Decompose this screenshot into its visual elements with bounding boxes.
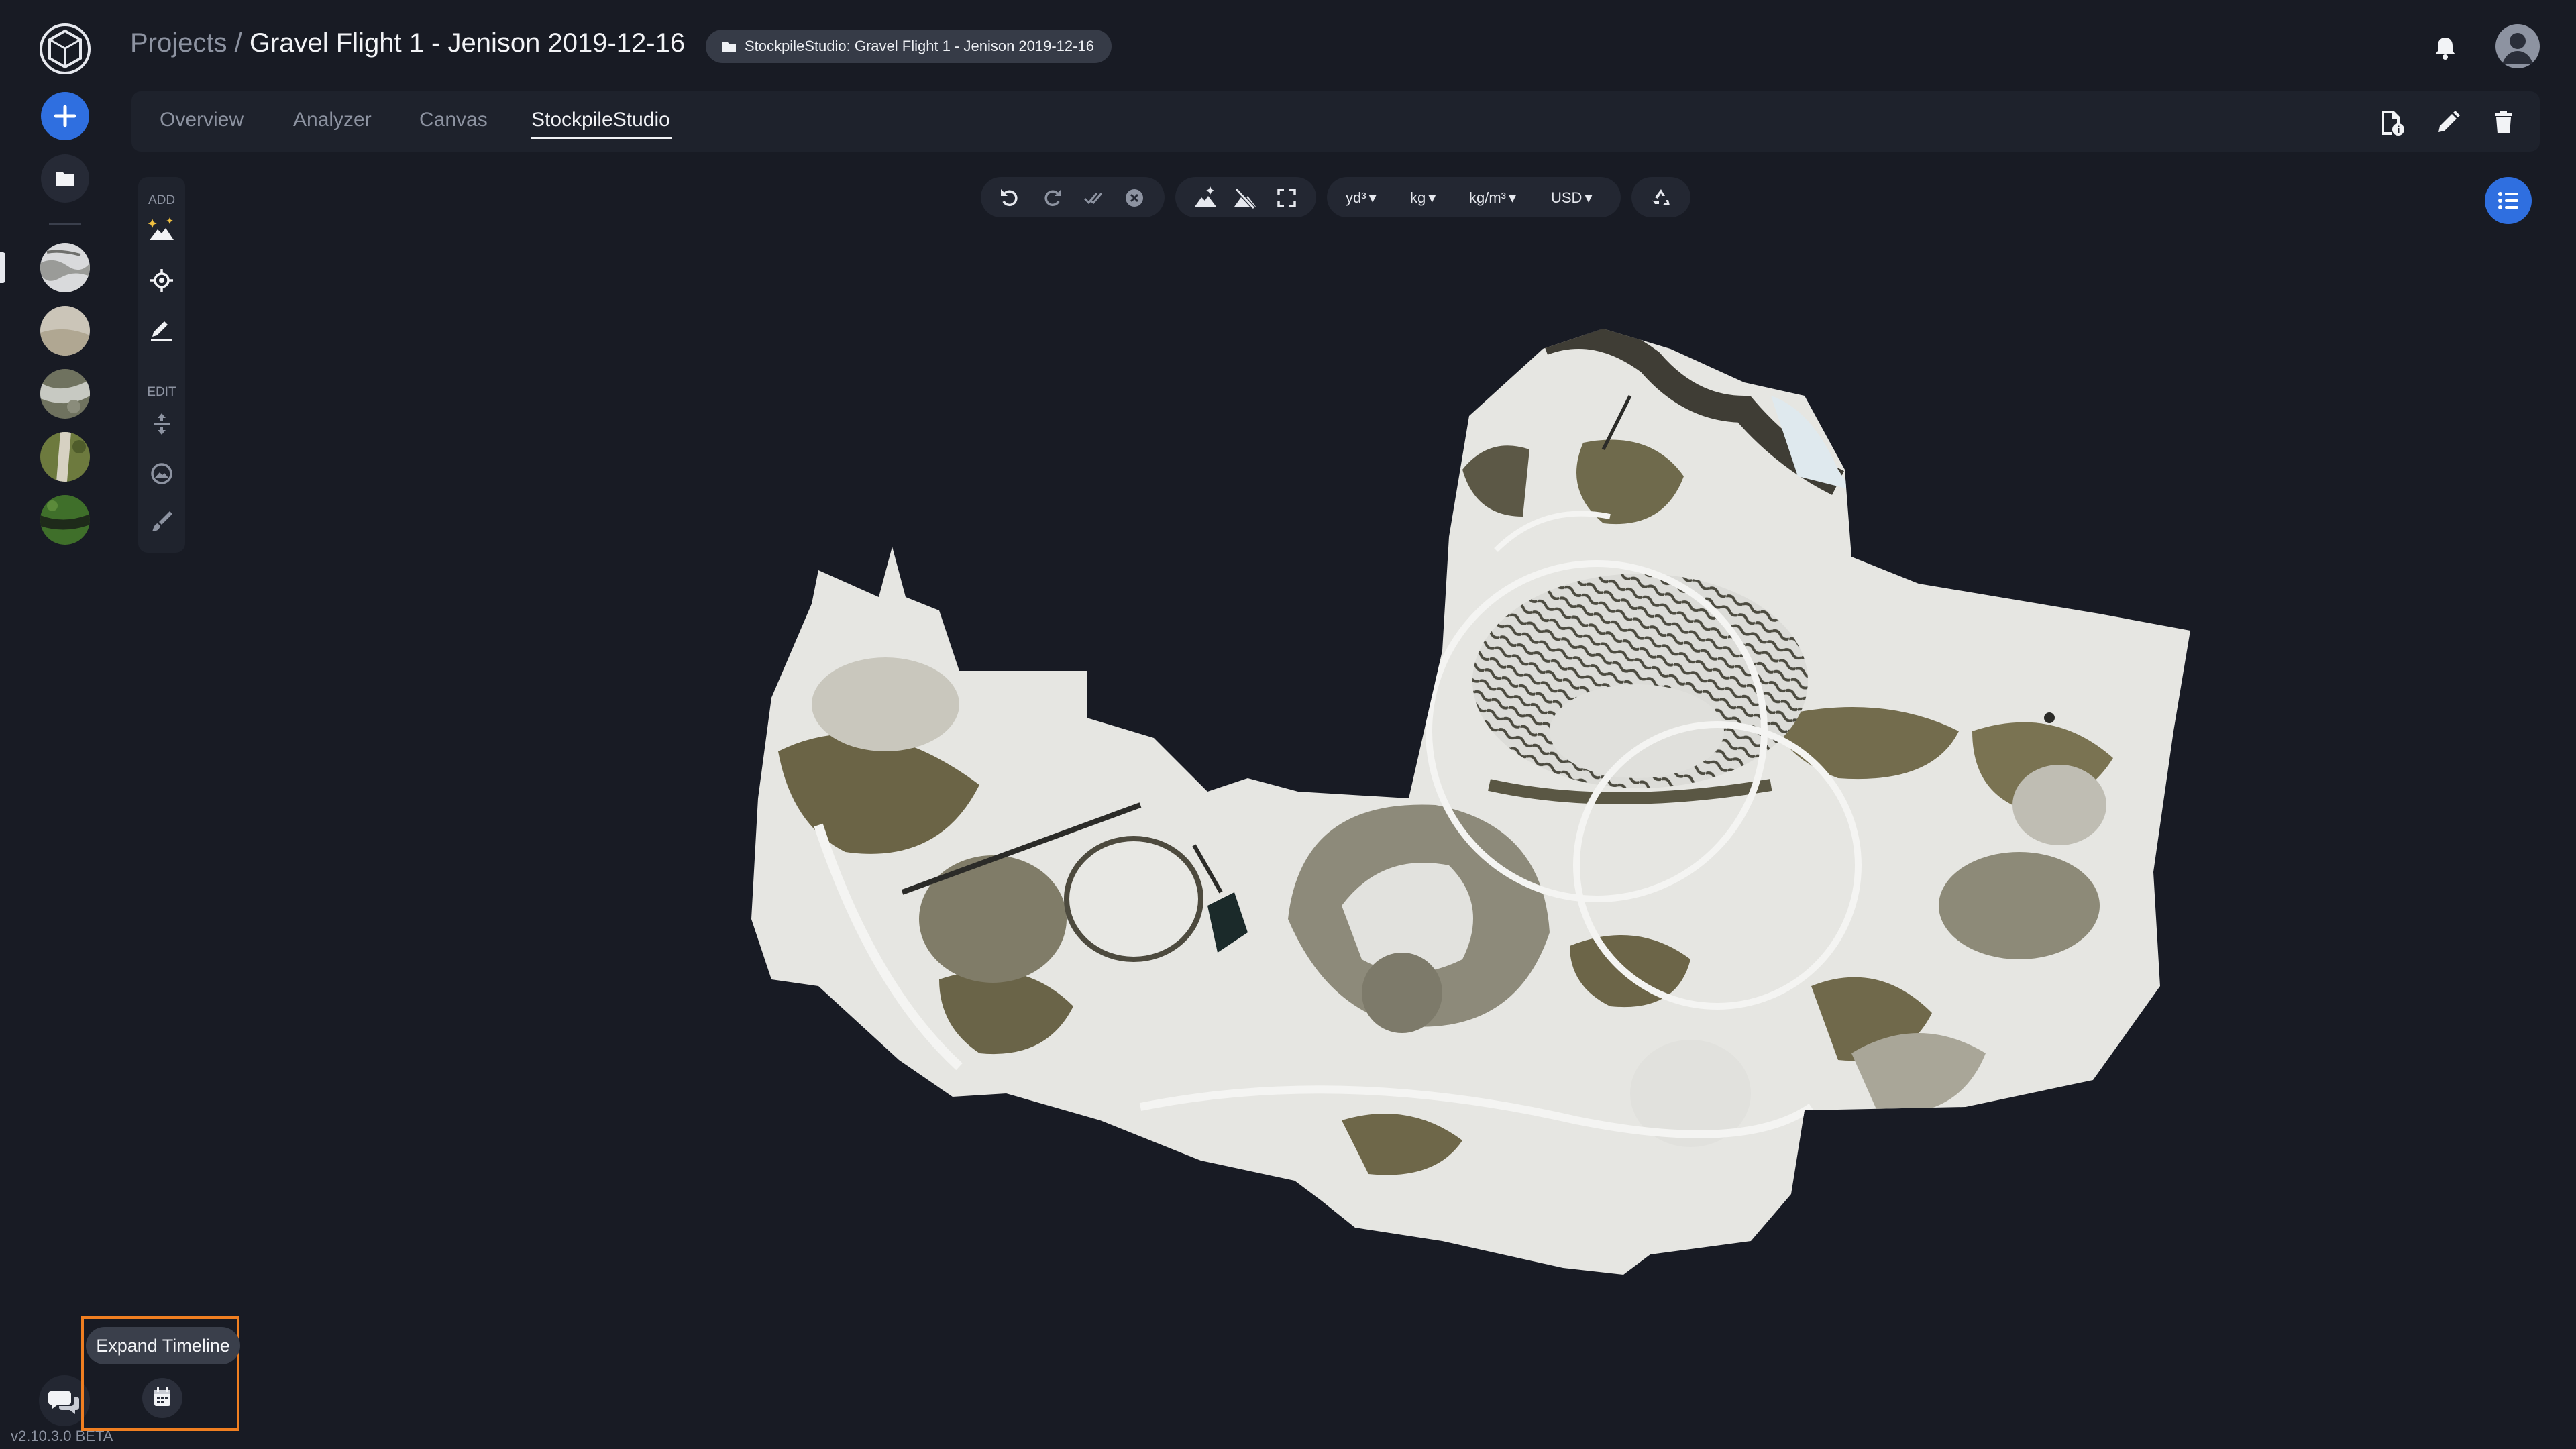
chevron-down-icon: ▾ xyxy=(1428,189,1436,206)
chevron-down-icon: ▾ xyxy=(1368,189,1377,206)
plus-icon xyxy=(54,105,76,127)
bell-icon xyxy=(2435,38,2455,60)
tab-canvas[interactable]: Canvas xyxy=(419,109,488,131)
chevron-down-icon: ▾ xyxy=(1585,189,1593,206)
list-icon xyxy=(2498,192,2518,209)
breadcrumb-projects-link[interactable]: Projects / xyxy=(130,28,242,58)
base-surface-tool[interactable] xyxy=(147,459,176,488)
delete-project-button[interactable] xyxy=(2488,107,2519,138)
calendar-icon xyxy=(154,1387,170,1406)
project-thumbnail[interactable] xyxy=(40,369,90,419)
hide-stockpiles-button[interactable] xyxy=(1232,185,1258,211)
split-tool[interactable] xyxy=(147,409,176,439)
mound-outline-icon xyxy=(151,463,172,484)
draw-tool[interactable] xyxy=(147,315,176,345)
currency-select[interactable]: USD ▾ xyxy=(1551,186,1593,209)
user-avatar-icon[interactable] xyxy=(2496,24,2540,68)
folder-icon xyxy=(722,42,736,52)
project-thumbnail[interactable] xyxy=(40,306,90,356)
rail-divider xyxy=(49,223,81,225)
tab-bar xyxy=(131,91,2540,152)
left-rail xyxy=(0,0,127,1449)
fit-view-button[interactable] xyxy=(1274,185,1299,211)
project-thumbnail[interactable] xyxy=(40,243,90,292)
expand-icon xyxy=(1277,189,1296,207)
recycle-icon xyxy=(1652,189,1670,205)
create-button[interactable] xyxy=(41,92,89,140)
toolbox-add-label: ADD xyxy=(148,193,176,207)
project-thumbnail[interactable] xyxy=(40,495,90,545)
pen-line-icon xyxy=(151,321,172,341)
report-button[interactable] xyxy=(2376,107,2407,138)
breadcrumb: Projects / Gravel Flight 1 - Jenison 201… xyxy=(130,28,685,58)
sparkle-mound-icon xyxy=(148,217,174,240)
app-logo-icon[interactable] xyxy=(39,23,91,75)
notifications-button[interactable] xyxy=(2427,30,2463,66)
rail-active-indicator xyxy=(0,252,5,283)
projects-button[interactable] xyxy=(41,154,89,203)
expand-timeline-button[interactable] xyxy=(142,1378,182,1418)
stockpile-list-button[interactable] xyxy=(2485,177,2532,224)
page-title: Gravel Flight 1 - Jenison 2019-12-16 xyxy=(249,28,686,58)
show-stockpiles-button[interactable] xyxy=(1193,185,1218,211)
orthomosaic-map[interactable] xyxy=(738,315,2214,1295)
mound-hidden-icon xyxy=(1234,187,1256,210)
pencil-icon xyxy=(2438,111,2460,132)
file-info-icon xyxy=(2382,111,2404,136)
add-point-tool[interactable] xyxy=(147,266,176,295)
undo-icon xyxy=(1001,189,1018,207)
compress-vertical-icon xyxy=(154,413,170,435)
brush-icon xyxy=(152,511,172,531)
trash-icon xyxy=(2495,111,2512,133)
density-unit-select[interactable]: kg/m³ ▾ xyxy=(1469,186,1516,209)
density-unit-value: kg/m³ xyxy=(1469,189,1506,206)
expand-timeline-tooltip: Expand Timeline xyxy=(86,1327,240,1364)
redo-icon xyxy=(1044,189,1061,207)
project-thumbnail[interactable] xyxy=(40,432,90,482)
active-tab-indicator xyxy=(531,137,672,139)
tab-analyzer[interactable]: Analyzer xyxy=(293,109,372,131)
apply-button[interactable] xyxy=(1081,185,1107,211)
chevron-down-icon: ▾ xyxy=(1509,189,1517,206)
tab-stockpilestudio[interactable]: StockpileStudio xyxy=(531,109,670,131)
brush-tool[interactable] xyxy=(147,507,176,537)
tab-overview[interactable]: Overview xyxy=(160,109,244,131)
double-check-icon xyxy=(1083,193,1103,205)
chip-label: StockpileStudio: Gravel Flight 1 - Jenis… xyxy=(745,38,1094,54)
toolbox-edit-label: EDIT xyxy=(147,385,176,399)
redo-button[interactable] xyxy=(1040,185,1065,211)
mound-sparkle-icon xyxy=(1195,186,1216,207)
close-circle-icon xyxy=(1126,189,1143,207)
currency-value: USD xyxy=(1551,189,1582,206)
mass-unit-value: kg xyxy=(1410,189,1426,206)
undo-button[interactable] xyxy=(997,185,1022,211)
folder-icon xyxy=(56,172,74,186)
volume-unit-value: yd³ xyxy=(1346,189,1366,206)
edit-project-button[interactable] xyxy=(2432,107,2463,138)
recalculate-button[interactable] xyxy=(1648,185,1674,211)
auto-detect-stockpile-tool[interactable] xyxy=(147,215,176,244)
crosshair-icon xyxy=(150,269,173,292)
mass-unit-select[interactable]: kg ▾ xyxy=(1410,186,1436,209)
cancel-button[interactable] xyxy=(1122,185,1147,211)
stockpile-project-chip[interactable]: StockpileStudio: Gravel Flight 1 - Jenis… xyxy=(706,30,1112,63)
volume-unit-select[interactable]: yd³ ▾ xyxy=(1346,186,1377,209)
